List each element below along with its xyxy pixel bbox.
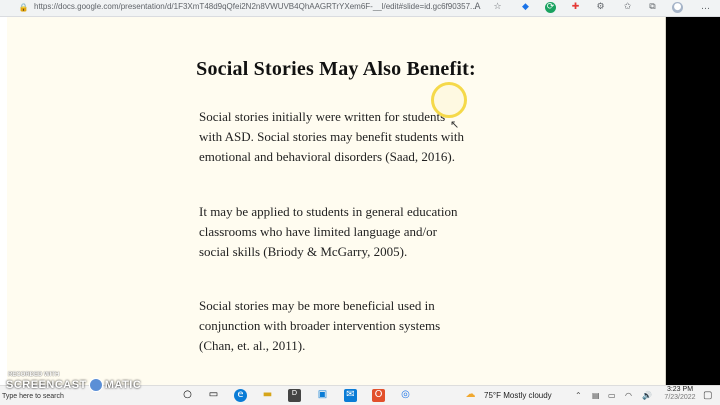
taskbar-clock[interactable]: 3:23 PM 7/23/2022 [660, 386, 700, 402]
slide-paragraph: Social stories may be more beneficial us… [199, 298, 441, 353]
volume-icon[interactable]: 🔊 [642, 391, 652, 400]
dark-panel [666, 17, 720, 385]
read-aloud-icon[interactable]: A [472, 2, 483, 13]
task-view-icon[interactable]: ○ [181, 389, 194, 402]
screencast-watermark: SCREENCAST MATIC [6, 378, 141, 392]
slide-paragraph: Social stories initially were written fo… [199, 109, 465, 164]
notification-icon[interactable]: ▢ [703, 390, 712, 401]
browser-address-bar: 🔒 https://docs.google.com/presentation/d… [0, 0, 720, 17]
extension-icon[interactable]: ⚙ [595, 2, 606, 13]
wifi-icon[interactable]: ◠ [625, 391, 632, 400]
clock-date: 7/23/2022 [664, 394, 696, 401]
extension-icon[interactable]: ⟳ [545, 2, 556, 13]
taskbar-search-input[interactable]: Type here to search [2, 393, 64, 400]
more-icon[interactable]: … [700, 2, 711, 13]
extension-icon[interactable]: ◆ [520, 2, 531, 13]
slide-title: Social Stories May Also Benefit: [196, 58, 476, 80]
lock-icon[interactable]: 🔒 [18, 2, 29, 13]
battery-icon[interactable]: ▭ [608, 391, 616, 400]
screencast-logo-icon [88, 378, 103, 392]
dell-icon[interactable]: D [288, 389, 301, 402]
favorite-icon[interactable]: ☆ [492, 2, 503, 13]
edge-browser-icon[interactable]: e [234, 389, 247, 402]
cursor-highlight [431, 82, 467, 118]
weather-text[interactable]: 75°F Mostly cloudy [484, 391, 552, 400]
file-explorer-icon[interactable]: ▬ [261, 389, 274, 402]
mouse-pointer-icon: ↖ [450, 118, 460, 131]
store-icon[interactable]: ▣ [316, 389, 329, 402]
widgets-icon[interactable]: ▭ [207, 389, 220, 402]
weather-icon: ☁ [465, 389, 476, 400]
slide: Social Stories May Also Benefit: Social … [7, 17, 666, 385]
profile-avatar[interactable]: ● [672, 2, 683, 13]
watermark-brand-left: SCREENCAST [6, 378, 87, 391]
watermark-brand-right: MATIC [104, 378, 142, 391]
collections-icon[interactable]: ⧉ [647, 2, 658, 13]
slide-paragraph: It may be applied to students in general… [199, 204, 458, 259]
extension-icon[interactable]: ✚ [570, 2, 581, 13]
address-url[interactable]: https://docs.google.com/presentation/d/1… [34, 2, 477, 11]
mail-icon[interactable]: ✉ [344, 389, 357, 402]
clock-time: 3:23 PM [666, 386, 694, 393]
favorites-icon[interactable]: ✩ [622, 2, 633, 13]
chevron-up-icon[interactable]: ⌃ [575, 391, 582, 400]
app-icon[interactable]: ◎ [399, 389, 412, 402]
office-icon[interactable]: O [372, 389, 385, 402]
presentation-area: Social Stories May Also Benefit: Social … [0, 17, 720, 385]
network-icon[interactable]: ▤ [592, 391, 600, 400]
